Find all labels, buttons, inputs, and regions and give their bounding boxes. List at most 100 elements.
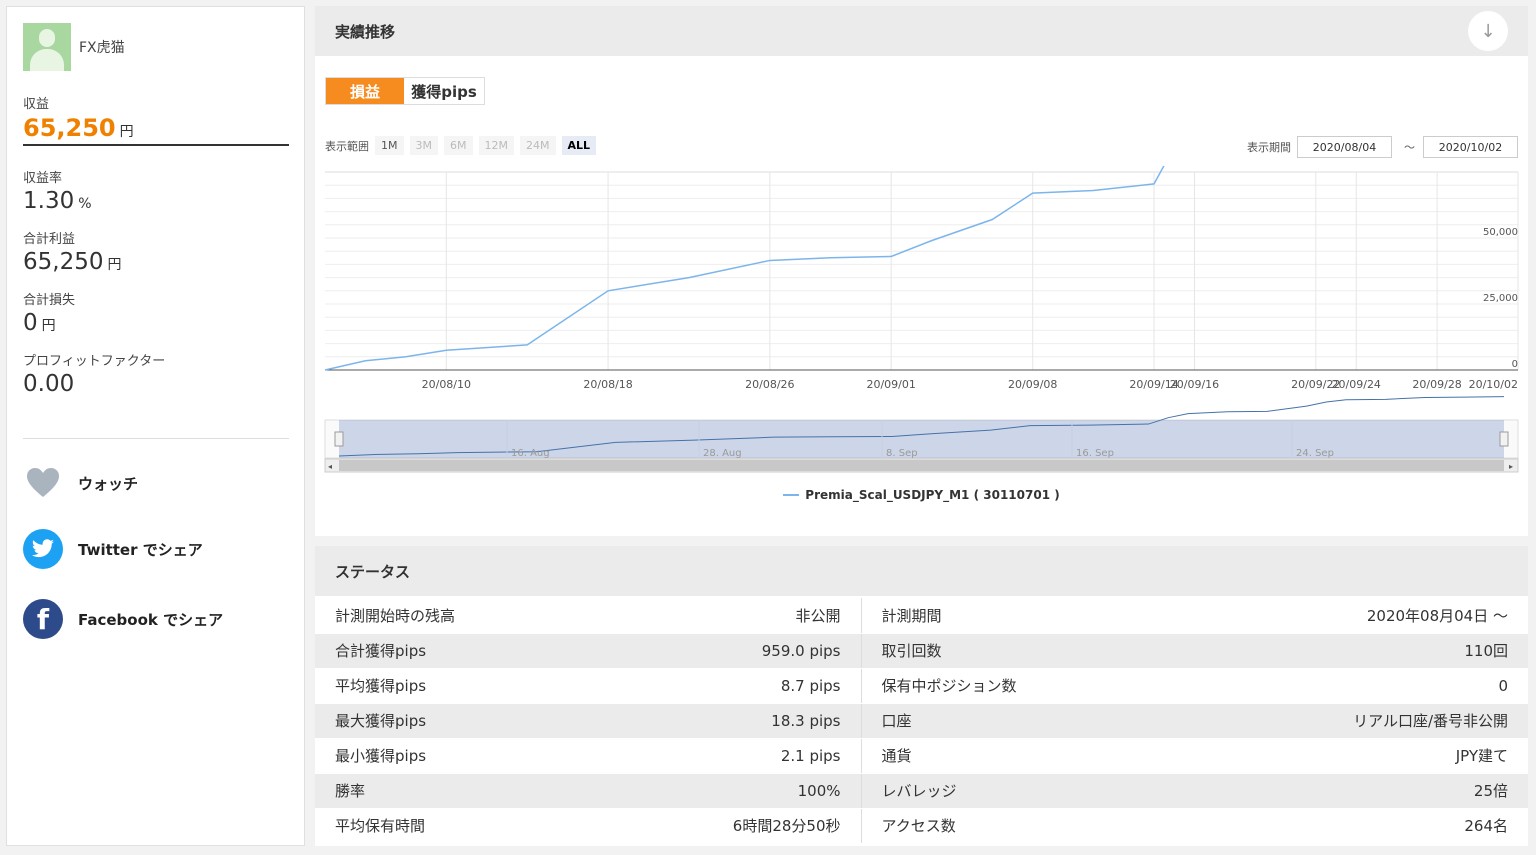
stat-return-rate: 収益率 1.30% [23,167,289,214]
x-tick-label: 20/09/01 [866,378,915,391]
status-label: 保有中ポジション数 [860,668,1201,704]
x-tick-label: 20/08/18 [583,378,632,391]
y-tick-label: 0 [1512,359,1518,370]
x-tick-label: 20/09/08 [1008,378,1057,391]
status-value: リアル口座/番号非公開 [1201,703,1528,739]
status-header: ステータス [315,546,1528,596]
performance-panel: 実績推移 ↓ 損益 獲得pips 表示範囲 1M 3M 6M 12M 24M A… [315,6,1528,536]
stat-value: 65,250 円 [23,114,134,142]
legend-label: Premia_Scal_USDJPY_M1 ( 30110701 ) [805,488,1060,502]
status-label: レバレッジ [860,773,1201,809]
x-tick-label: 20/08/10 [422,378,471,391]
toggle-profit[interactable]: 損益 [326,78,404,104]
status-row: 平均保有時間 6時間28分50秒 アクセス数 264名 [315,808,1528,844]
navigator-label: 16. Sep [1076,448,1114,459]
status-label: アクセス数 [860,808,1201,844]
status-row: 勝率 100% レバレッジ 25倍 [315,773,1528,809]
period-to-input[interactable]: 2020/10/02 [1423,136,1518,158]
status-value: 0 [1201,668,1528,704]
status-label: 計測開始時の残高 [315,598,655,634]
watch-button[interactable]: ウォッチ [23,463,138,503]
status-label: 平均保有時間 [315,808,655,844]
stat-value: 65,250 円 [23,249,122,275]
x-tick-label: 20/08/26 [745,378,794,391]
x-tick-label: 20/09/24 [1332,378,1381,391]
stat-label: 収益 [23,97,50,112]
period-separator: ～ [1404,141,1415,154]
status-value: 110回 [1201,633,1528,669]
facebook-icon: f [23,599,63,639]
scrollbar-thumb [339,460,1504,471]
navigator-label: 8. Sep [886,448,918,459]
range-1m[interactable]: 1M [375,136,404,155]
panel-title: ステータス [335,562,411,581]
range-label: 表示範囲 [325,139,369,153]
status-row: 計測開始時の残高 非公開 計測期間 2020年08月04日 ～ [315,598,1528,634]
profile: FX虎猫 [23,23,125,71]
heart-icon [23,463,63,503]
twitter-share-label: Twitter でシェア [78,540,203,559]
facebook-share-label: Facebook でシェア [78,610,224,629]
navigator-label: 24. Sep [1296,448,1334,459]
navigator-label: 16. Aug [511,448,550,459]
status-label: 取引回数 [860,633,1201,669]
range-3m[interactable]: 3M [409,136,438,155]
legend-swatch [783,494,800,496]
range-12m[interactable]: 12M [478,136,514,155]
arrow-down-icon: ↓ [1480,20,1496,42]
navigator-handle[interactable] [1499,431,1509,447]
y-tick-label: 50,000 [1483,227,1518,238]
scroll-left-icon: ◂ [328,462,332,471]
sidebar: FX虎猫 収益 65,250 円 収益率 1.30% 合計利益 65,250 円 合… [6,6,305,846]
stat-value: 0.00 [23,371,75,397]
panel-title: 実績推移 [335,22,396,41]
performance-chart: 20/08/10 20/08/18 20/08/26 20/09/01 20/09/08… [324,166,1519,473]
status-table: 計測開始時の残高 非公開 計測期間 2020年08月04日 ～合計獲得pips 959.… [315,598,1528,844]
status-row: 最小獲得pips 2.1 pips 通貨 JPY建て [315,738,1528,774]
status-value: 25倍 [1201,773,1528,809]
range-all[interactable]: ALL [561,136,597,155]
x-tick-label: 20/09/28 [1412,378,1461,391]
watch-label: ウォッチ [78,474,139,493]
range-24m[interactable]: 24M [520,136,556,155]
period-selector: 表示期間 2020/08/04 ～ 2020/10/02 [1247,136,1518,158]
status-value: 8.7 pips [655,668,861,704]
stat-value: 1.30% [23,188,92,214]
status-label: 平均獲得pips [315,668,655,704]
status-row: 合計獲得pips 959.0 pips 取引回数 110回 [315,633,1528,669]
status-label: 勝率 [315,773,655,809]
stat-label: 収益率 [23,171,63,186]
range-selector: 表示範囲 1M 3M 6M 12M 24M ALL [325,136,597,155]
stat-profit-factor: プロフィットファクター 0.00 [23,350,289,397]
twitter-icon [23,529,63,569]
status-row: 最大獲得pips 18.3 pips 口座 リアル口座/番号非公開 [315,703,1528,739]
x-tick-label: 20/10/02 [1469,378,1518,391]
status-value: 2020年08月04日 ～ [1201,598,1528,634]
stat-value: 0円 [23,310,56,336]
series-line [324,166,1165,371]
status-value: JPY建て [1201,738,1528,774]
status-value: 非公開 [655,598,861,634]
status-value: 959.0 pips [655,633,861,669]
navigator-handle[interactable] [334,431,344,447]
status-label: 最小獲得pips [315,738,655,774]
avatar [23,23,71,71]
y-tick-label: 25,000 [1483,293,1518,304]
twitter-share-button[interactable]: Twitter でシェア [23,529,203,569]
period-label: 表示期間 [1247,141,1291,154]
download-button[interactable]: ↓ [1468,11,1508,51]
scroll-right-icon: ▸ [1509,462,1513,471]
status-value: 264名 [1201,808,1528,844]
status-value: 2.1 pips [655,738,861,774]
stat-revenue: 収益 65,250 円 [23,93,289,146]
status-label: 合計獲得pips [315,633,655,669]
facebook-share-button[interactable]: f Facebook でシェア [23,599,223,639]
toggle-pips[interactable]: 獲得pips [404,78,484,104]
range-6m[interactable]: 6M [444,136,473,155]
status-value: 6時間28分50秒 [655,808,861,844]
chart-legend[interactable]: Premia_Scal_USDJPY_M1 ( 30110701 ) [315,488,1528,502]
stat-total-profit: 合計利益 65,250 円 [23,228,289,275]
divider [23,438,289,439]
status-label: 口座 [860,703,1201,739]
period-from-input[interactable]: 2020/08/04 [1297,136,1392,158]
